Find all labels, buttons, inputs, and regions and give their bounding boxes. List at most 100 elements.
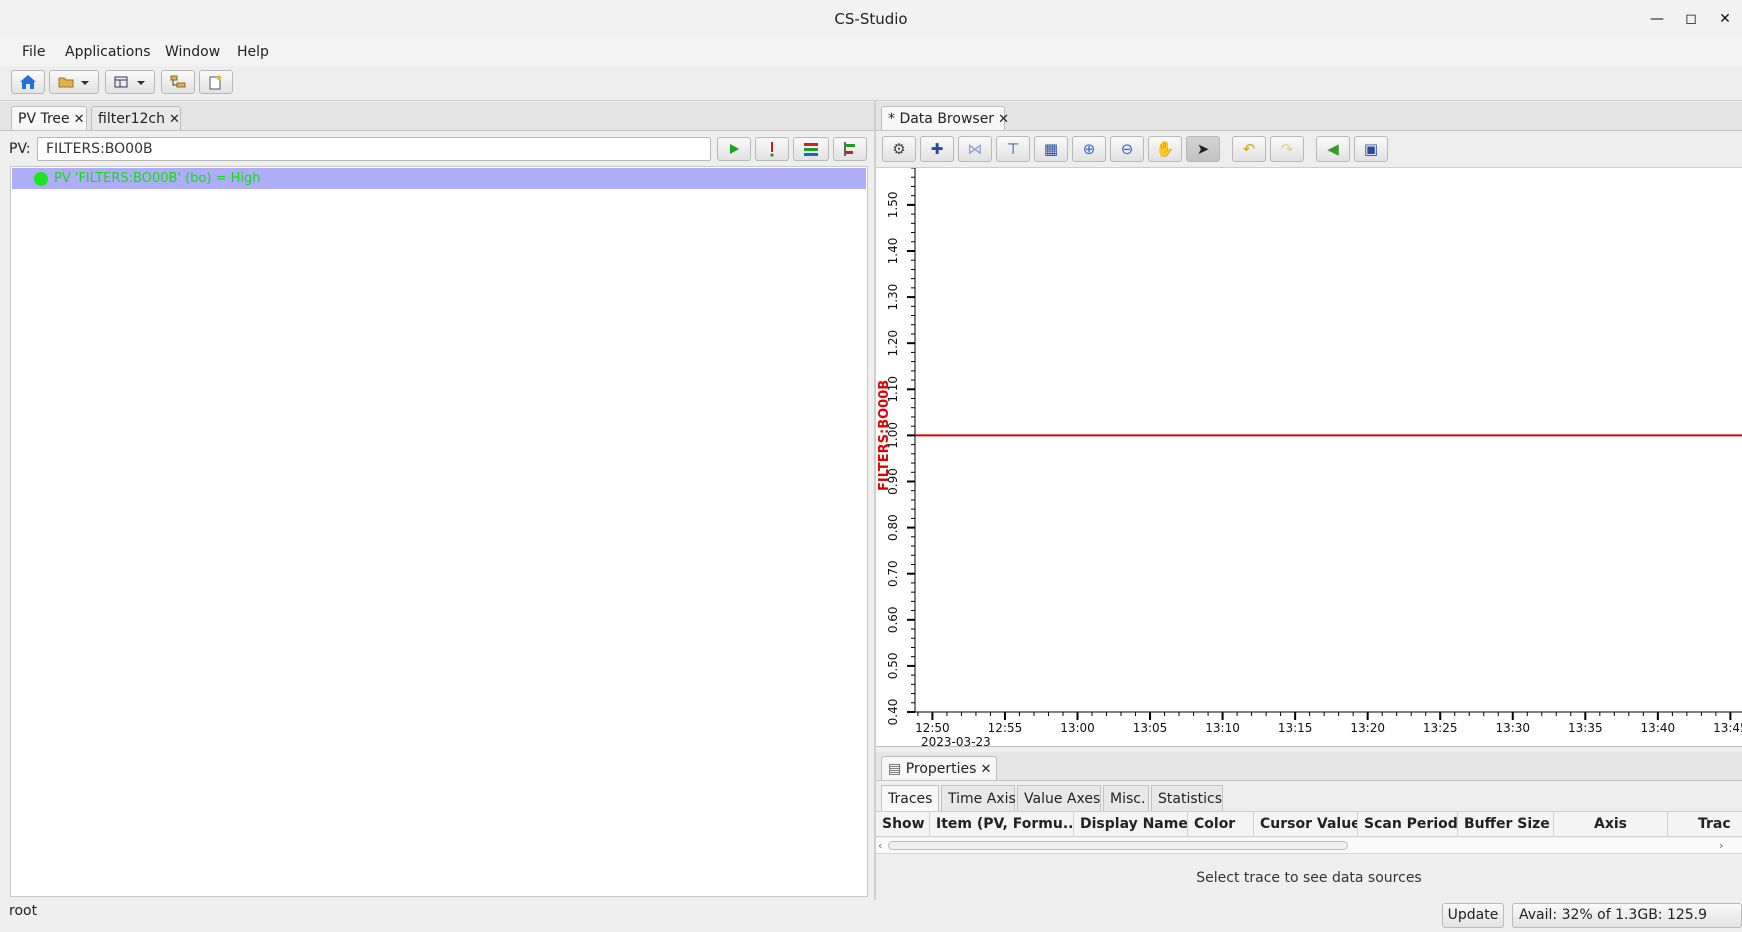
tab-properties-label: Properties bbox=[905, 761, 977, 777]
x-tick-label: 13:00 bbox=[1060, 721, 1095, 735]
y-tick-label: 1.50 bbox=[886, 192, 900, 219]
zoom-out-button[interactable]: ⊖ bbox=[1110, 136, 1144, 162]
scroll-right-icon[interactable]: › bbox=[1719, 838, 1723, 853]
scrollbar-thumb[interactable] bbox=[888, 841, 1348, 850]
column-color[interactable]: Color bbox=[1188, 812, 1254, 836]
tab-data-browser-label: * Data Browser bbox=[888, 111, 995, 127]
y-tick-label: 1.20 bbox=[886, 330, 900, 357]
column-trace[interactable]: Trac bbox=[1668, 812, 1742, 836]
zoom-in-button[interactable]: ⊕ bbox=[1072, 136, 1106, 162]
column-show[interactable]: Show bbox=[876, 812, 930, 836]
undo-icon: ↶ bbox=[1242, 140, 1256, 158]
tree-item[interactable]: PV 'FILTERS:BO00B' (bo) = High bbox=[12, 168, 866, 189]
stagger-icon: ⋈ bbox=[967, 140, 983, 158]
close-icon[interactable]: ✕ bbox=[74, 112, 85, 127]
column-scan-period[interactable]: Scan Period bbox=[1358, 812, 1458, 836]
tree-view-button[interactable] bbox=[161, 70, 195, 94]
alarm-tree-icon bbox=[844, 142, 855, 156]
subtab-time-axis[interactable]: Time Axis bbox=[941, 785, 1016, 811]
x-tick-label: 13:05 bbox=[1133, 721, 1168, 735]
new-document-icon bbox=[209, 75, 222, 90]
menu-help[interactable]: Help bbox=[237, 38, 269, 66]
y-tick-label: 1.30 bbox=[886, 284, 900, 311]
collapse-tree-button[interactable] bbox=[833, 137, 867, 161]
scroll-left-icon[interactable]: ‹ bbox=[878, 838, 882, 853]
pointer-icon: ➤ bbox=[1196, 140, 1210, 158]
x-tick-label: 13:30 bbox=[1495, 721, 1530, 735]
expand-tree-button[interactable] bbox=[793, 137, 829, 161]
x-tick-label: 12:55 bbox=[988, 721, 1023, 735]
add-trace-button[interactable]: ✚ bbox=[920, 136, 954, 162]
plot-area[interactable]: 0.40 0.50 0.60 0.70 0.80 0.90 1.00 1.10 1.20 1.30… bbox=[876, 167, 1742, 749]
maximize-icon[interactable]: ◻ bbox=[1680, 8, 1702, 30]
y-tick-label: 0.70 bbox=[886, 560, 900, 587]
tab-pv-tree[interactable]: PV Tree ✕ bbox=[11, 106, 87, 130]
back-button[interactable]: ◀ bbox=[1316, 136, 1350, 162]
column-axis[interactable]: Axis bbox=[1554, 812, 1668, 836]
subtab-statistics[interactable]: Statistics bbox=[1151, 785, 1223, 811]
zoom-chart-button[interactable]: ▦ bbox=[1034, 136, 1068, 162]
zoom-in-icon: ⊕ bbox=[1082, 140, 1096, 158]
layout-button[interactable] bbox=[105, 70, 155, 94]
alarm-icon bbox=[770, 142, 774, 157]
column-display-name[interactable]: Display Name bbox=[1074, 812, 1188, 836]
window-title: CS-Studio bbox=[834, 10, 908, 28]
traces-table-header: Show Item (PV, Formu... Display Name Col… bbox=[876, 811, 1742, 837]
x-tick-label: 13:45 bbox=[1713, 721, 1742, 735]
column-cursor-value[interactable]: Cursor Value bbox=[1254, 812, 1358, 836]
horizontal-scrollbar[interactable]: ‹ › bbox=[876, 838, 1742, 854]
home-button[interactable] bbox=[11, 70, 45, 94]
tab-filter12ch-label: filter12ch bbox=[98, 111, 165, 127]
column-buffer-size[interactable]: Buffer Size bbox=[1458, 812, 1554, 836]
redo-button[interactable]: ↷ bbox=[1270, 136, 1304, 162]
menu-window[interactable]: Window bbox=[165, 38, 220, 66]
menu-applications[interactable]: Applications bbox=[65, 38, 151, 66]
arrow-left-icon: ◀ bbox=[1327, 140, 1339, 158]
tab-filter12ch[interactable]: filter12ch ✕ bbox=[91, 106, 181, 130]
stagger-button[interactable]: ⋈ bbox=[958, 136, 992, 162]
close-icon[interactable]: ✕ bbox=[980, 762, 991, 777]
close-icon[interactable]: ✕ bbox=[998, 112, 1009, 127]
minimize-icon[interactable]: — bbox=[1646, 8, 1668, 30]
play-icon bbox=[730, 144, 739, 154]
subtab-misc[interactable]: Misc. bbox=[1103, 785, 1149, 811]
menu-bar: File Applications Window Help bbox=[0, 38, 1742, 67]
stop-button[interactable] bbox=[755, 137, 789, 161]
time-plot[interactable]: 0.400.500.600.700.800.901.001.101.201.30… bbox=[876, 167, 1742, 749]
chart-icon: ▦ bbox=[1043, 140, 1059, 158]
pv-label: PV: bbox=[9, 141, 31, 157]
config-button[interactable]: ⚙ bbox=[882, 136, 916, 162]
pointer-button[interactable]: ➤ bbox=[1186, 136, 1220, 162]
snapshot-button[interactable]: ▣ bbox=[1354, 136, 1388, 162]
pv-input[interactable] bbox=[37, 137, 711, 161]
y-tick-label: 0.40 bbox=[886, 699, 900, 726]
main-toolbar bbox=[0, 66, 1742, 101]
left-tab-strip: PV Tree ✕ filter12ch ✕ bbox=[0, 102, 874, 131]
memory-status[interactable]: Avail: 32% of 1.3GB: 125.9 bbox=[1512, 903, 1742, 928]
redo-icon: ↷ bbox=[1280, 140, 1294, 158]
subtab-value-axes[interactable]: Value Axes bbox=[1017, 785, 1101, 811]
y-tick-label: 1.40 bbox=[886, 238, 900, 265]
tab-properties[interactable]: ▤ Properties ✕ bbox=[881, 756, 997, 780]
menu-file[interactable]: File bbox=[22, 38, 45, 66]
x-tick-label: 13:25 bbox=[1423, 721, 1458, 735]
tab-data-browser[interactable]: * Data Browser ✕ bbox=[881, 106, 1009, 130]
status-ok-icon bbox=[34, 172, 48, 186]
run-button[interactable] bbox=[717, 137, 751, 161]
pan-button[interactable]: ✋ bbox=[1148, 136, 1182, 162]
zoom-out-icon: ⊖ bbox=[1120, 140, 1134, 158]
autoscale-button[interactable]: ⊤ bbox=[996, 136, 1030, 162]
home-icon bbox=[20, 75, 36, 89]
open-button[interactable] bbox=[49, 70, 99, 94]
column-item[interactable]: Item (PV, Formu... bbox=[930, 812, 1074, 836]
tools-icon: ⚙ bbox=[892, 140, 906, 158]
close-icon[interactable]: ✕ bbox=[169, 112, 180, 127]
x-tick-label: 13:40 bbox=[1641, 721, 1676, 735]
close-window-icon[interactable]: ✕ bbox=[1714, 8, 1736, 30]
undo-button[interactable]: ↶ bbox=[1232, 136, 1266, 162]
properties-tab-strip: ▤ Properties ✕ bbox=[876, 752, 1742, 781]
layout-icon bbox=[114, 76, 145, 88]
update-button[interactable]: Update bbox=[1442, 903, 1504, 928]
new-file-button[interactable] bbox=[199, 70, 233, 94]
subtab-traces[interactable]: Traces bbox=[881, 785, 939, 811]
